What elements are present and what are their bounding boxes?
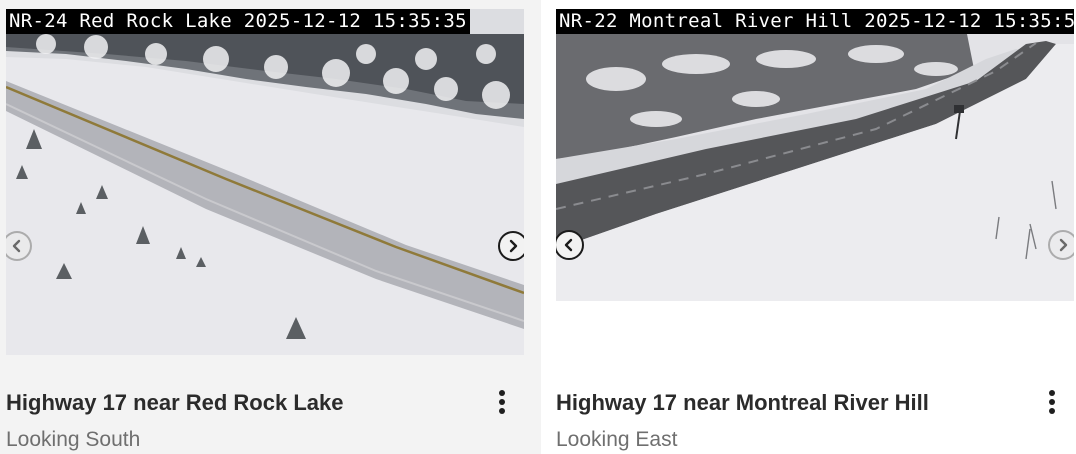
- camera-direction: Looking South: [6, 428, 141, 451]
- camera-card-red-rock-lake[interactable]: NR-24 Red Rock Lake 2025-12-12 15:35:35 …: [0, 0, 541, 454]
- chevron-left-icon: [12, 239, 21, 253]
- camera-title[interactable]: Highway 17 near Red Rock Lake: [6, 390, 343, 416]
- next-image-button[interactable]: [498, 231, 524, 261]
- more-vertical-icon: [499, 390, 505, 396]
- camera-image[interactable]: NR-22 Montreal River Hill 2025-12-12 15:…: [556, 9, 1074, 301]
- camera-grid: NR-24 Red Rock Lake 2025-12-12 15:35:35 …: [0, 0, 1076, 454]
- camera-title[interactable]: Highway 17 near Montreal River Hill: [556, 390, 929, 416]
- chevron-left-icon: [564, 238, 573, 252]
- timestamp-overlay: NR-22 Montreal River Hill 2025-12-12 15:…: [556, 9, 1074, 34]
- more-options-button[interactable]: [491, 388, 513, 416]
- next-image-button[interactable]: [1048, 230, 1074, 260]
- snowy-highway-scene: [6, 9, 524, 355]
- more-options-button[interactable]: [1041, 388, 1063, 416]
- timestamp-overlay: NR-24 Red Rock Lake 2025-12-12 15:35:35: [6, 9, 470, 34]
- more-vertical-icon: [1049, 390, 1055, 396]
- snowy-highway-scene: [556, 9, 1074, 301]
- camera-card-montreal-river-hill[interactable]: NR-22 Montreal River Hill 2025-12-12 15:…: [541, 0, 1076, 454]
- camera-image[interactable]: NR-24 Red Rock Lake 2025-12-12 15:35:35: [6, 9, 524, 355]
- camera-direction: Looking East: [556, 428, 678, 451]
- chevron-right-icon: [1059, 238, 1068, 252]
- chevron-right-icon: [509, 239, 518, 253]
